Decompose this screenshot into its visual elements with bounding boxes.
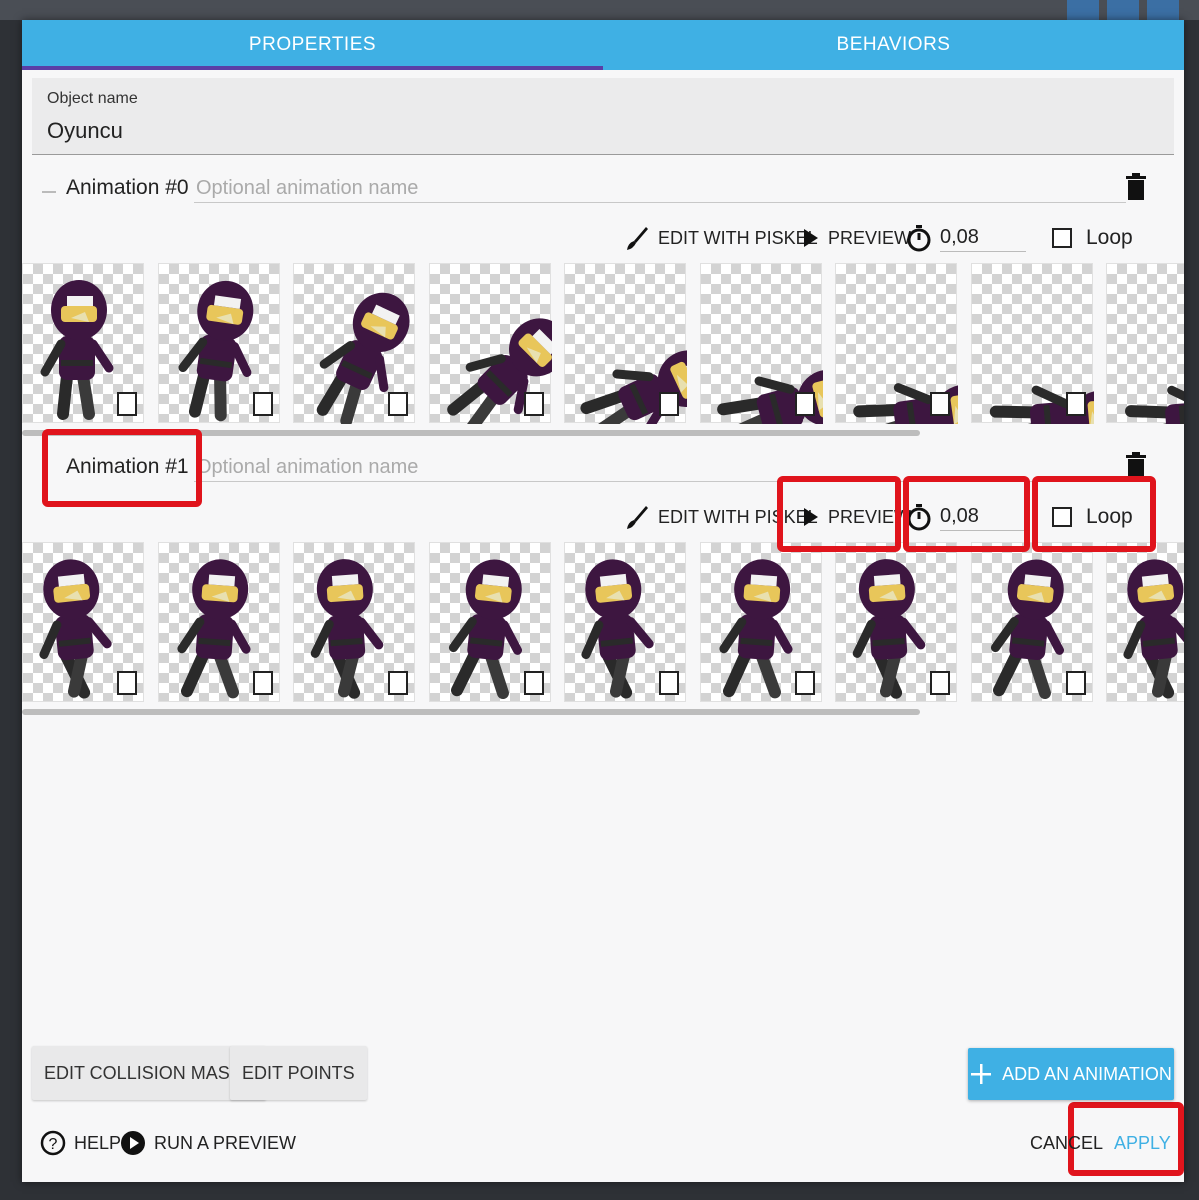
frame-select-checkbox[interactable] bbox=[252, 671, 273, 695]
highlight-timing bbox=[903, 476, 1030, 552]
collapse-handle[interactable] bbox=[42, 191, 56, 193]
add-animation-button[interactable]: ADD AN ANIMATION bbox=[968, 1048, 1174, 1100]
play-icon bbox=[804, 229, 818, 247]
checkbox-icon bbox=[1052, 228, 1072, 248]
add-animation-label: ADD AN ANIMATION bbox=[1002, 1063, 1172, 1084]
sprite-frame[interactable] bbox=[22, 263, 144, 423]
loop-checkbox[interactable]: Loop bbox=[1052, 218, 1133, 258]
frame-select-checkbox[interactable] bbox=[1065, 392, 1086, 416]
sprite-frame[interactable] bbox=[970, 542, 1093, 702]
preview-button[interactable]: PREVIEW bbox=[802, 218, 911, 258]
frame-select-checkbox[interactable] bbox=[252, 392, 273, 416]
apply-button[interactable]: APPLY bbox=[1114, 1128, 1171, 1158]
run-preview-label: RUN A PREVIEW bbox=[154, 1132, 297, 1153]
edit-with-piskel-button[interactable]: EDIT WITH PISKEL bbox=[624, 218, 818, 258]
timing-input[interactable] bbox=[940, 224, 1026, 252]
edit-with-piskel-label: EDIT WITH PISKEL bbox=[658, 227, 818, 248]
object-name-label: Object name bbox=[47, 90, 138, 107]
edit-collision-masks-label: EDIT COLLISION MASKS bbox=[44, 1062, 254, 1083]
tab-bar: PROPERTIES BEHAVIORS bbox=[22, 20, 1184, 70]
highlight-loop bbox=[1032, 476, 1156, 552]
frame-select-checkbox[interactable] bbox=[930, 392, 950, 416]
sprite-frame[interactable] bbox=[428, 542, 551, 702]
help-icon: ? bbox=[40, 1130, 66, 1156]
sprite-frame[interactable] bbox=[835, 542, 957, 702]
object-name-value[interactable]: Oyuncu bbox=[47, 118, 123, 144]
help-label: HELP bbox=[74, 1132, 122, 1153]
run-preview-button[interactable]: RUN A PREVIEW bbox=[120, 1128, 296, 1158]
animation-0-frames bbox=[22, 263, 1184, 425]
sprite-frame[interactable] bbox=[1106, 263, 1184, 424]
sprite-frame[interactable] bbox=[428, 263, 552, 424]
cancel-label: CANCEL bbox=[1030, 1132, 1104, 1153]
edit-points-button[interactable]: EDIT POINTS bbox=[230, 1046, 367, 1100]
sprite-frame[interactable] bbox=[835, 263, 958, 424]
animation-0-title: Animation #0 bbox=[66, 176, 189, 199]
sprite-frame[interactable] bbox=[1106, 542, 1184, 702]
help-button[interactable]: ? HELP bbox=[40, 1128, 121, 1158]
frame-select-checkbox[interactable] bbox=[523, 671, 544, 695]
plus-icon bbox=[971, 1064, 992, 1084]
frame-select-checkbox[interactable] bbox=[523, 392, 544, 416]
sprite-frame[interactable] bbox=[293, 542, 415, 702]
background-window bbox=[0, 0, 1199, 20]
tab-properties[interactable]: PROPERTIES bbox=[22, 20, 603, 70]
edit-points-label: EDIT POINTS bbox=[242, 1062, 355, 1083]
frames-scrollbar[interactable] bbox=[22, 709, 920, 715]
object-editor-dialog: PROPERTIES BEHAVIORS Object name Oyuncu … bbox=[22, 20, 1184, 1182]
frame-select-checkbox[interactable] bbox=[659, 392, 679, 416]
object-name-field[interactable]: Object name Oyuncu bbox=[32, 78, 1174, 155]
animation-0-name-input[interactable] bbox=[194, 174, 1126, 203]
animation-0-header: Animation #0 bbox=[22, 170, 1184, 210]
frame-select-checkbox[interactable] bbox=[117, 392, 137, 416]
sprite-frame[interactable] bbox=[157, 542, 280, 702]
sprite-frame[interactable] bbox=[22, 542, 144, 702]
play-circle-icon bbox=[121, 1131, 145, 1155]
sprite-frame[interactable] bbox=[564, 263, 687, 424]
sprite-frame[interactable] bbox=[564, 542, 686, 702]
tab-behaviors-label: BEHAVIORS bbox=[836, 34, 951, 55]
active-tab-indicator bbox=[22, 66, 603, 70]
stopwatch-icon bbox=[907, 225, 931, 252]
frame-select-checkbox[interactable] bbox=[1065, 671, 1086, 695]
preview-label: PREVIEW bbox=[828, 227, 912, 248]
timing-field[interactable] bbox=[906, 218, 1026, 258]
sprite-frame[interactable] bbox=[157, 263, 280, 423]
loop-label: Loop bbox=[1086, 226, 1133, 249]
sprite-frame[interactable] bbox=[293, 263, 415, 424]
tab-properties-label: PROPERTIES bbox=[248, 34, 377, 55]
frame-select-checkbox[interactable] bbox=[117, 671, 137, 695]
trash-icon[interactable] bbox=[1124, 172, 1148, 202]
animation-1-frames bbox=[22, 542, 1184, 704]
sprite-frame[interactable] bbox=[699, 542, 822, 702]
sprite-frame[interactable] bbox=[699, 263, 823, 424]
animation-0-toolbar: EDIT WITH PISKEL PREVIEW Loop bbox=[22, 218, 1184, 258]
sprite-frame[interactable] bbox=[970, 263, 1094, 424]
background-toolbar bbox=[1067, 0, 1179, 20]
brush-icon bbox=[627, 227, 648, 250]
frame-select-checkbox[interactable] bbox=[659, 671, 679, 695]
highlight-preview bbox=[777, 476, 901, 552]
svg-text:?: ? bbox=[49, 1136, 58, 1153]
apply-label: APPLY bbox=[1114, 1132, 1171, 1153]
frame-select-checkbox[interactable] bbox=[388, 671, 408, 695]
frame-select-checkbox[interactable] bbox=[930, 671, 950, 695]
highlight-animation-title bbox=[42, 429, 202, 507]
brush-icon bbox=[627, 506, 648, 529]
tab-behaviors[interactable]: BEHAVIORS bbox=[603, 20, 1184, 70]
cancel-button[interactable]: CANCEL bbox=[1030, 1128, 1103, 1158]
frame-select-checkbox[interactable] bbox=[794, 392, 815, 416]
frame-select-checkbox[interactable] bbox=[388, 392, 408, 416]
frame-select-checkbox[interactable] bbox=[794, 671, 815, 695]
